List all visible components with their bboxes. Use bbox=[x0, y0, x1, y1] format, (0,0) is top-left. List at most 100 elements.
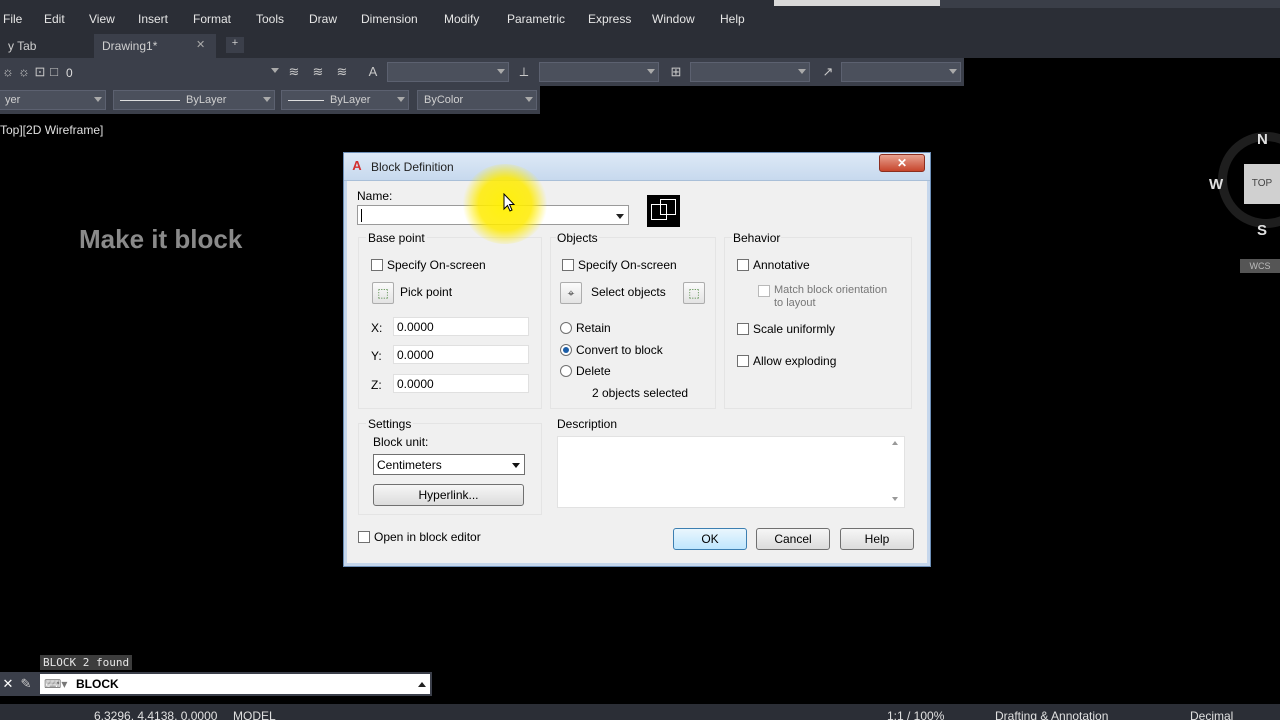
close-icon[interactable]: ✕ bbox=[0, 676, 16, 692]
viewcube-west[interactable]: W bbox=[1209, 176, 1223, 193]
retain-radio[interactable] bbox=[560, 322, 572, 334]
block-unit-dropdown-icon[interactable] bbox=[512, 463, 520, 468]
command-history: BLOCK 2 found bbox=[40, 655, 133, 670]
wcs-menu[interactable]: WCS bbox=[1240, 259, 1280, 273]
mleader-style-icon[interactable]: ↗ bbox=[820, 64, 836, 80]
y-label: Y: bbox=[371, 349, 382, 363]
tab-start[interactable]: y Tab bbox=[0, 34, 44, 58]
lineweight-combo[interactable]: ByLayer bbox=[281, 90, 409, 110]
select-objects-label[interactable]: Select objects bbox=[591, 285, 666, 299]
status-workspace[interactable]: Drafting & Annotation bbox=[995, 709, 1108, 720]
menu-help[interactable]: Help bbox=[720, 12, 745, 26]
viewport-controls[interactable]: Top][2D Wireframe] bbox=[0, 123, 103, 137]
table-style-icon[interactable]: ⊞ bbox=[668, 64, 684, 80]
autocad-logo-icon: A bbox=[352, 158, 362, 173]
layer-previous-icon[interactable]: ≋ bbox=[334, 64, 350, 80]
cancel-button[interactable]: Cancel bbox=[756, 528, 830, 550]
description-textarea[interactable] bbox=[557, 436, 905, 508]
pick-point-label[interactable]: Pick point bbox=[400, 285, 452, 299]
status-units[interactable]: Decimal bbox=[1190, 709, 1233, 720]
convert-to-block-radio[interactable] bbox=[560, 344, 572, 356]
block-definition-dialog: A Block Definition ✕ Name: Base point Sp… bbox=[343, 152, 931, 567]
viewcube-south[interactable]: S bbox=[1257, 222, 1267, 239]
search-box[interactable] bbox=[774, 0, 950, 6]
table-style-combo[interactable] bbox=[690, 62, 810, 82]
quick-select-icon[interactable]: ⬚ bbox=[683, 282, 705, 304]
name-dropdown-icon[interactable] bbox=[616, 214, 624, 219]
menu-edit[interactable]: Edit bbox=[44, 12, 65, 26]
y-input[interactable]: 0.0000 bbox=[393, 345, 529, 364]
command-recent-icon[interactable] bbox=[418, 682, 426, 687]
allow-exploding-label: Allow exploding bbox=[753, 354, 837, 368]
menu-view[interactable]: View bbox=[89, 12, 115, 26]
status-model[interactable]: MODEL bbox=[233, 709, 276, 720]
match-orientation-label-2: to layout bbox=[774, 297, 816, 309]
match-orientation-label-1: Match block orientation bbox=[774, 284, 888, 296]
x-label: X: bbox=[371, 321, 383, 335]
menu-file[interactable]: File bbox=[3, 12, 22, 26]
text-style-icon[interactable]: A bbox=[365, 64, 381, 80]
objects-specify-onscreen-checkbox[interactable] bbox=[562, 259, 574, 271]
dialog-title: Block Definition bbox=[371, 160, 454, 174]
objects-heading: Objects bbox=[556, 231, 599, 245]
menu-dimension[interactable]: Dimension bbox=[361, 12, 418, 26]
customize-icon[interactable]: ✎ bbox=[18, 676, 34, 692]
overlay-caption: Make it block bbox=[79, 224, 243, 254]
layer-properties-icon[interactable]: ≋ bbox=[286, 64, 302, 80]
help-button[interactable]: Help bbox=[840, 528, 914, 550]
dim-style-icon[interactable]: ⟂ bbox=[516, 64, 532, 80]
command-prompt-icon[interactable]: ⌨▾ bbox=[44, 677, 67, 691]
scale-uniformly-checkbox[interactable] bbox=[737, 323, 749, 335]
menu-modify[interactable]: Modify bbox=[444, 12, 479, 26]
mleader-style-combo[interactable] bbox=[841, 62, 961, 82]
dialog-title-bar[interactable]: A Block Definition ✕ bbox=[344, 153, 930, 181]
ok-button[interactable]: OK bbox=[673, 528, 747, 550]
settings-heading: Settings bbox=[366, 417, 414, 431]
dialog-close-button[interactable]: ✕ bbox=[879, 154, 925, 172]
viewcube-top-face[interactable]: TOP bbox=[1244, 164, 1280, 204]
layer-freeze-icon[interactable]: ☼ bbox=[16, 64, 32, 80]
layer-name[interactable]: 0 bbox=[66, 66, 73, 80]
select-objects-icon[interactable]: ⌖ bbox=[560, 282, 582, 304]
tab-close-icon[interactable]: ✕ bbox=[196, 38, 205, 51]
base-specify-onscreen-checkbox[interactable] bbox=[371, 259, 383, 271]
match-orientation-checkbox[interactable] bbox=[758, 285, 770, 297]
x-input[interactable]: 0.0000 bbox=[393, 317, 529, 336]
layer-combo-value: yer bbox=[5, 94, 21, 106]
status-annotation-scale[interactable]: 1:1 / 100% bbox=[887, 709, 944, 720]
hyperlink-button[interactable]: Hyperlink... bbox=[373, 484, 524, 506]
layer-dropdown-icon[interactable] bbox=[271, 68, 279, 73]
layer-combo[interactable]: yer bbox=[0, 90, 106, 110]
pick-point-icon[interactable]: ⬚ bbox=[372, 282, 394, 304]
title-strip bbox=[940, 0, 1280, 8]
linetype-combo[interactable]: ByLayer bbox=[113, 90, 275, 110]
menu-parametric[interactable]: Parametric bbox=[507, 12, 565, 26]
layer-state-icon[interactable]: ≋ bbox=[310, 64, 326, 80]
status-coordinates[interactable]: 6.3296, 4.4138, 0.0000 bbox=[94, 709, 217, 720]
annotative-checkbox[interactable] bbox=[737, 259, 749, 271]
menu-draw[interactable]: Draw bbox=[309, 12, 337, 26]
layer-color-icon[interactable]: □ bbox=[46, 64, 62, 80]
layer-on-icon[interactable]: ☼ bbox=[0, 64, 16, 80]
color-combo[interactable]: ByColor bbox=[417, 90, 537, 110]
command-input[interactable]: ⌨▾ BLOCK bbox=[40, 674, 430, 694]
viewcube-north[interactable]: N bbox=[1257, 131, 1268, 148]
open-in-block-editor-label: Open in block editor bbox=[374, 530, 481, 544]
menu-express[interactable]: Express bbox=[588, 12, 631, 26]
menu-format[interactable]: Format bbox=[193, 12, 231, 26]
text-style-combo[interactable] bbox=[387, 62, 509, 82]
z-label: Z: bbox=[371, 378, 382, 392]
delete-radio[interactable] bbox=[560, 365, 572, 377]
z-input[interactable]: 0.0000 bbox=[393, 374, 529, 393]
menu-tools[interactable]: Tools bbox=[256, 12, 284, 26]
open-in-block-editor-checkbox[interactable] bbox=[358, 531, 370, 543]
menu-insert[interactable]: Insert bbox=[138, 12, 168, 26]
dim-style-combo[interactable] bbox=[539, 62, 659, 82]
delete-label: Delete bbox=[576, 364, 611, 378]
linetype-value: ByLayer bbox=[186, 94, 227, 106]
menu-window[interactable]: Window bbox=[652, 12, 695, 26]
new-tab-icon[interactable]: + bbox=[226, 37, 244, 53]
block-unit-label: Block unit: bbox=[373, 435, 429, 449]
allow-exploding-checkbox[interactable] bbox=[737, 355, 749, 367]
block-unit-select[interactable]: Centimeters bbox=[373, 454, 525, 475]
